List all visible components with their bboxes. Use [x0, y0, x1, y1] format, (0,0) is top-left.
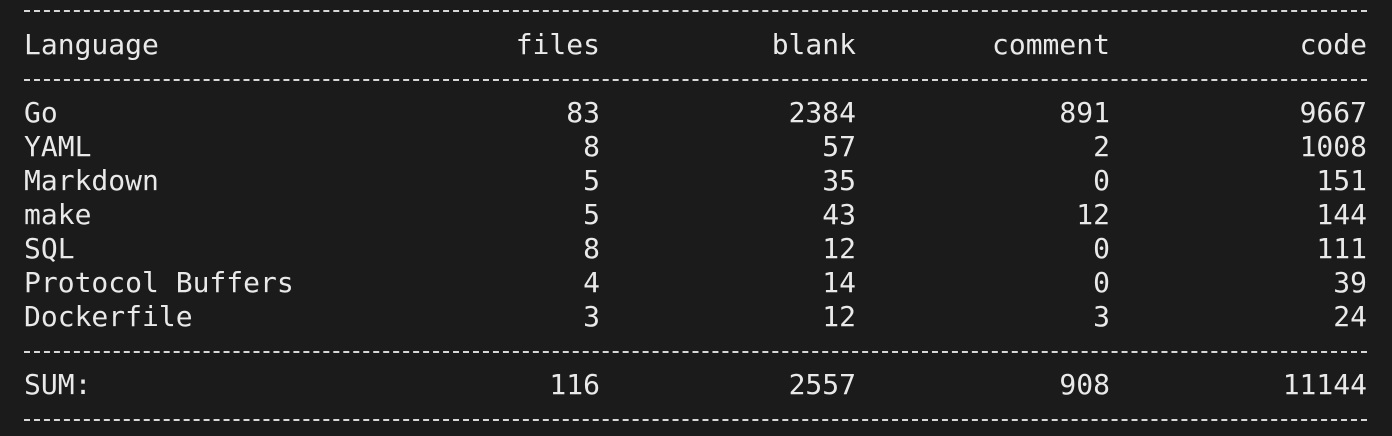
sum-blank: 2557 — [788, 368, 856, 401]
table-row: YAML 8 57 2 1008 — [24, 130, 1367, 164]
code-cell: 24 — [1333, 300, 1367, 333]
blank-cell: 12 — [822, 300, 856, 333]
language-cell: Dockerfile — [24, 300, 193, 333]
separator-line — [24, 334, 1367, 368]
header-code: code — [1299, 28, 1367, 61]
language-cell: Markdown — [24, 164, 159, 197]
code-cell: 151 — [1316, 164, 1367, 197]
language-cell: Protocol Buffers — [24, 266, 294, 299]
comment-cell: 3 — [1093, 300, 1110, 333]
blank-cell: 35 — [822, 164, 856, 197]
files-cell: 5 — [583, 164, 600, 197]
blank-cell: 43 — [822, 198, 856, 231]
files-cell: 5 — [583, 198, 600, 231]
blank-cell: 57 — [822, 130, 856, 163]
sum-label: SUM: — [24, 368, 92, 401]
table-row: Protocol Buffers 4 14 0 39 — [24, 266, 1367, 300]
files-cell: 4 — [583, 266, 600, 299]
code-cell: 111 — [1316, 232, 1367, 265]
table-row: make 5 43 12 144 — [24, 198, 1367, 232]
comment-cell: 0 — [1093, 164, 1110, 197]
table-row: SQL 8 12 0 111 — [24, 232, 1367, 266]
table-row: Go 83 2384 891 9667 — [24, 96, 1367, 130]
comment-cell: 0 — [1093, 266, 1110, 299]
comment-cell: 891 — [1059, 96, 1110, 129]
separator-line — [24, 402, 1367, 436]
comment-cell: 12 — [1076, 198, 1110, 231]
header-language: Language — [24, 28, 159, 61]
blank-cell: 12 — [822, 232, 856, 265]
language-cell: Go — [24, 96, 58, 129]
blank-cell: 2384 — [788, 96, 856, 129]
table-header-row: Language files blank comment code — [24, 28, 1367, 62]
header-blank: blank — [771, 28, 856, 61]
header-comment: comment — [991, 28, 1110, 61]
cloc-output: Language files blank comment code Go 83 … — [24, 0, 1367, 432]
table-row: Markdown 5 35 0 151 — [24, 164, 1367, 198]
code-cell: 39 — [1333, 266, 1367, 299]
code-cell: 9667 — [1299, 96, 1367, 129]
table-row: Dockerfile 3 12 3 24 — [24, 300, 1367, 334]
separator-line — [24, 62, 1367, 96]
sum-comment: 908 — [1059, 368, 1110, 401]
files-cell: 3 — [583, 300, 600, 333]
code-cell: 144 — [1316, 198, 1367, 231]
header-files: files — [515, 28, 600, 61]
sum-files: 116 — [549, 368, 600, 401]
language-cell: YAML — [24, 130, 92, 163]
comment-cell: 0 — [1093, 232, 1110, 265]
comment-cell: 2 — [1093, 130, 1110, 163]
blank-cell: 14 — [822, 266, 856, 299]
separator-line — [24, 0, 1367, 28]
code-cell: 1008 — [1299, 130, 1367, 163]
files-cell: 83 — [566, 96, 600, 129]
sum-code: 11144 — [1282, 368, 1367, 401]
language-cell: make — [24, 198, 92, 231]
files-cell: 8 — [583, 130, 600, 163]
language-cell: SQL — [24, 232, 75, 265]
sum-row: SUM: 116 2557 908 11144 — [24, 368, 1367, 402]
files-cell: 8 — [583, 232, 600, 265]
